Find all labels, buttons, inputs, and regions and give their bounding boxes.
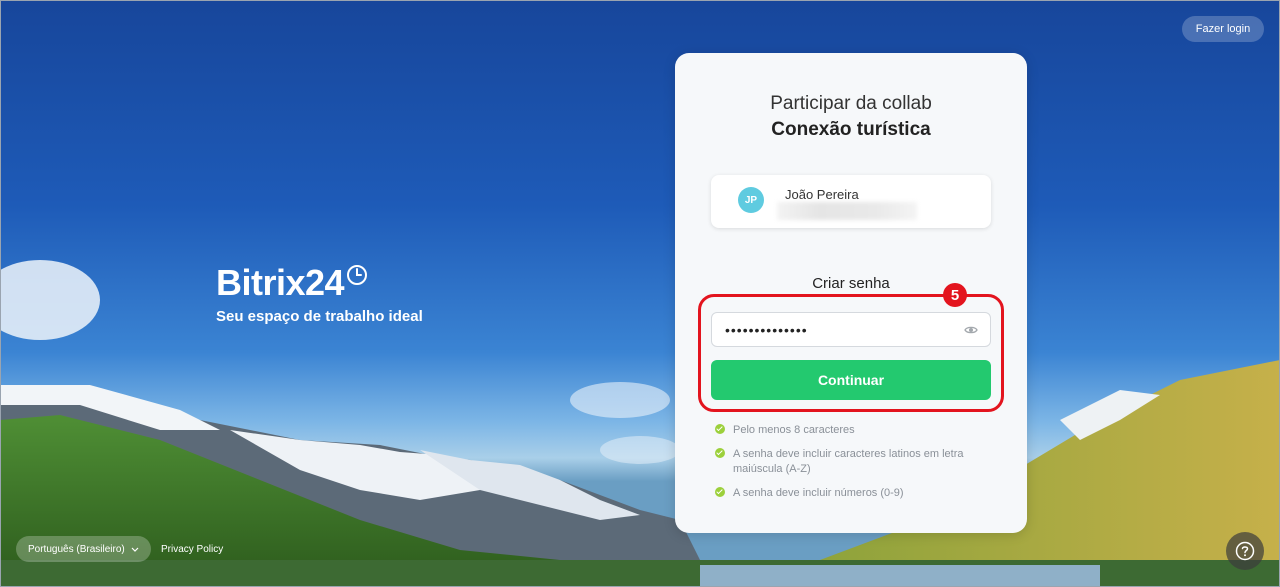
user-name: João Pereira xyxy=(785,187,859,202)
requirement-text: Pelo menos 8 caracteres xyxy=(733,424,855,436)
clock-icon xyxy=(347,265,368,285)
check-icon xyxy=(715,487,725,497)
privacy-policy-link[interactable]: Privacy Policy xyxy=(161,544,223,555)
brand: Bitrix24 Seu espaço de trabalho ideal xyxy=(216,262,423,325)
check-icon xyxy=(715,424,725,434)
requirement-text: A senha deve incluir caracteres latinos … xyxy=(733,448,964,475)
login-button[interactable]: Fazer login xyxy=(1182,16,1264,42)
password-requirements: Pelo menos 8 caracteres A senha deve inc… xyxy=(715,423,995,510)
language-selector[interactable]: Português (Brasileiro) xyxy=(16,536,151,562)
avatar: JP xyxy=(738,187,764,213)
brand-tagline: Seu espaço de trabalho ideal xyxy=(216,308,423,325)
chevron-down-icon xyxy=(131,547,139,552)
annotation-highlight xyxy=(698,294,1004,412)
question-icon xyxy=(1235,541,1255,561)
collab-name: Conexão turística xyxy=(771,119,931,140)
step-badge: 5 xyxy=(943,283,967,307)
requirement-text: A senha deve incluir números (0-9) xyxy=(733,487,904,499)
password-label: Criar senha xyxy=(812,275,890,292)
check-icon xyxy=(715,448,725,458)
requirement-item: A senha deve incluir caracteres latinos … xyxy=(715,447,995,477)
user-email-blurred xyxy=(777,202,917,220)
help-button[interactable] xyxy=(1226,532,1264,570)
user-box: JP João Pereira xyxy=(711,175,991,228)
mountain-scene xyxy=(0,260,1280,587)
brand-logo: Bitrix24 xyxy=(216,262,423,304)
language-label: Português (Brasileiro) xyxy=(28,543,125,555)
brand-name: Bitrix24 xyxy=(216,262,345,303)
requirement-item: A senha deve incluir números (0-9) xyxy=(715,486,995,501)
join-card: Participar da collab Conexão turística J… xyxy=(675,53,1027,533)
background-landscape xyxy=(0,0,1280,587)
card-title: Participar da collab xyxy=(770,93,932,114)
requirement-item: Pelo menos 8 caracteres xyxy=(715,423,995,438)
